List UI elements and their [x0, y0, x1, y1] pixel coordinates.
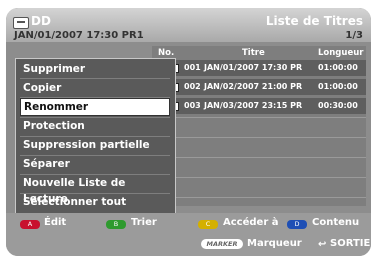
dvd-device-icon [13, 17, 29, 29]
title-row[interactable]: 003 JAN/03/2007 23:15 PR 00:30:00 [152, 98, 366, 114]
row-divider [152, 197, 366, 198]
title-list: No. Titre Longueur 001 JAN/01/2007 17:30… [152, 46, 366, 206]
edit-label: Édit [44, 217, 67, 228]
row-number: 003 [184, 101, 201, 110]
sort-label: Trier [131, 217, 157, 228]
dvd-screen: DD Liste de Titres JAN/01/2007 17:30 PR1… [6, 8, 371, 256]
content-label: Contenu [312, 217, 360, 228]
row-divider [152, 117, 366, 118]
menu-item-copy[interactable]: Copier [20, 80, 173, 96]
d-button-icon[interactable]: D [287, 220, 307, 229]
row-number: 002 [184, 82, 201, 91]
row-title: JAN/03/2007 23:15 PR [204, 101, 303, 110]
column-header-no: No. [158, 48, 175, 58]
current-title-info: JAN/01/2007 17:30 PR1 [14, 30, 144, 41]
a-button-icon[interactable]: A [20, 220, 40, 229]
menu-item-rename[interactable]: Renommer [20, 98, 170, 116]
menu-item-new-playlist[interactable]: Nouvelle Liste de Lecture [20, 175, 173, 205]
menu-item-split[interactable]: Séparer [20, 156, 173, 172]
column-header-title: Titre [242, 48, 265, 58]
go-to-label: Accéder à [223, 217, 279, 228]
title-row[interactable]: 001 JAN/01/2007 17:30 PR 01:00:00 [152, 60, 366, 76]
b-button-icon[interactable]: B [106, 220, 126, 229]
menu-item-protection[interactable]: Protection [20, 118, 173, 134]
row-length: 01:00:00 [318, 82, 358, 91]
device-name: DD [31, 14, 51, 28]
page-count: 1/3 [345, 30, 363, 41]
row-divider [152, 137, 366, 138]
title-bar: DD Liste de Titres JAN/01/2007 17:30 PR1… [6, 8, 371, 42]
bottom-button-bar: A Édit B Trier C Accéder à D Contenu MAR… [6, 213, 371, 256]
edit-popup-menu: Supprimer Copier Renommer Protection Sup… [15, 58, 176, 218]
column-header-length: Longueur [318, 48, 364, 58]
menu-item-partial-delete[interactable]: Suppression partielle [20, 137, 173, 153]
screen-title: Liste de Titres [265, 14, 363, 28]
row-divider [152, 157, 366, 158]
exit-label: SORTIE [330, 238, 371, 249]
return-icon[interactable]: ↩ [318, 239, 326, 250]
row-title: JAN/02/2007 21:00 PR [204, 82, 303, 91]
row-divider [152, 177, 366, 178]
marker-label: Marqueur [247, 238, 302, 249]
menu-item-delete[interactable]: Supprimer [20, 61, 173, 77]
c-button-icon[interactable]: C [198, 220, 218, 229]
title-row[interactable]: 002 JAN/02/2007 21:00 PR 01:00:00 [152, 79, 366, 95]
row-length: 00:30:00 [318, 101, 358, 110]
menu-item-select-all[interactable]: Sélectionner tout [20, 194, 173, 210]
marker-button-icon[interactable]: MARKER [201, 239, 243, 249]
row-length: 01:00:00 [318, 63, 358, 72]
menu-divider [20, 78, 170, 79]
row-number: 001 [184, 63, 201, 72]
row-title: JAN/01/2007 17:30 PR [204, 63, 303, 72]
